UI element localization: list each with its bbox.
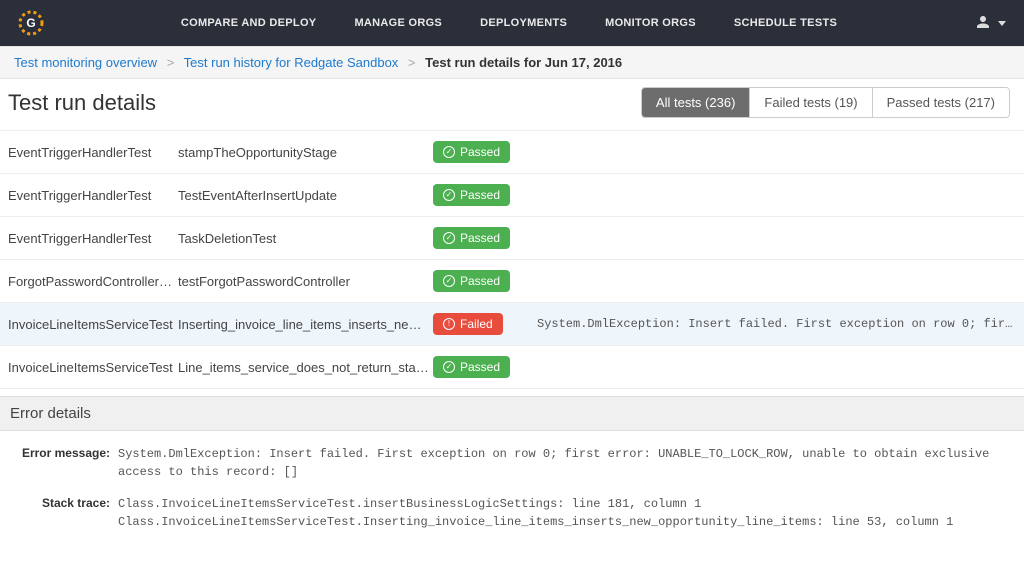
breadcrumb-current: Test run details for Jun 17, 2016 [425, 55, 622, 70]
test-status-cell: ✓ Passed [433, 141, 513, 163]
test-method-cell: testForgotPasswordController [178, 274, 433, 289]
error-message-row: Error message: System.DmlException: Inse… [10, 445, 1014, 481]
nav-schedule-tests[interactable]: SCHEDULE TESTS [734, 17, 837, 29]
breadcrumb-overview[interactable]: Test monitoring overview [14, 55, 157, 70]
passed-badge: ✓ Passed [433, 270, 510, 292]
svg-text:G: G [26, 16, 35, 30]
table-row[interactable]: EventTriggerHandlerTestTaskDeletionTest✓… [0, 217, 1024, 260]
passed-badge: ✓ Passed [433, 356, 510, 378]
badge-label: Passed [460, 145, 500, 159]
passed-badge: ✓ Passed [433, 141, 510, 163]
top-navbar: G COMPARE AND DEPLOY MANAGE ORGS DEPLOYM… [0, 0, 1024, 46]
error-icon: ! [443, 318, 455, 330]
badge-label: Passed [460, 188, 500, 202]
test-class-cell: EventTriggerHandlerTest [8, 231, 178, 246]
check-icon: ✓ [443, 146, 455, 158]
test-method-cell: TestEventAfterInsertUpdate [178, 188, 433, 203]
title-row: Test run details All tests (236) Failed … [0, 79, 1024, 130]
stack-trace-value: Class.InvoiceLineItemsServiceTest.insert… [118, 495, 1014, 531]
page-title: Test run details [8, 90, 156, 116]
filter-failed-tests[interactable]: Failed tests (19) [750, 88, 872, 117]
passed-badge: ✓ Passed [433, 184, 510, 206]
test-results-table[interactable]: EventTriggerHandlerTeststampTheOpportuni… [0, 130, 1024, 396]
check-icon: ✓ [443, 361, 455, 373]
badge-label: Failed [460, 317, 493, 331]
filter-all-tests[interactable]: All tests (236) [642, 88, 750, 117]
nav-links: COMPARE AND DEPLOY MANAGE ORGS DEPLOYMEN… [181, 17, 837, 29]
table-row[interactable]: InvoiceLineItemsServiceTestInserting_inv… [0, 303, 1024, 346]
breadcrumb-history[interactable]: Test run history for Redgate Sandbox [184, 55, 399, 70]
nav-deployments[interactable]: DEPLOYMENTS [480, 17, 567, 29]
error-details-header: Error details [0, 396, 1024, 431]
test-class-cell: EventTriggerHandlerTest [8, 188, 178, 203]
test-class-cell: ForgotPasswordControllerTest [8, 274, 178, 289]
test-status-cell: ✓ Passed [433, 227, 513, 249]
test-method-cell: stampTheOpportunityStage [178, 145, 433, 160]
filter-tabs: All tests (236) Failed tests (19) Passed… [641, 87, 1010, 118]
test-message-cell: System.DmlException: Insert failed. Firs… [513, 317, 1016, 331]
table-row[interactable]: EventTriggerHandlerTeststampTheOpportuni… [0, 131, 1024, 174]
test-status-cell: ✓ Passed [433, 270, 513, 292]
test-method-cell: Line_items_service_does_not_return_statu… [178, 360, 433, 375]
test-class-cell: InvoiceLineItemsServiceTest [8, 360, 178, 375]
badge-label: Passed [460, 231, 500, 245]
breadcrumb: Test monitoring overview > Test run hist… [0, 46, 1024, 79]
filter-passed-tests[interactable]: Passed tests (217) [873, 88, 1009, 117]
user-menu[interactable] [974, 13, 1006, 34]
badge-label: Passed [460, 274, 500, 288]
test-method-cell: Inserting_invoice_line_items_inserts_new… [178, 317, 433, 332]
error-message-value: System.DmlException: Insert failed. Firs… [118, 445, 1014, 481]
test-method-cell: TaskDeletionTest [178, 231, 433, 246]
table-row[interactable]: EventTriggerHandlerTestTestEventAfterIns… [0, 174, 1024, 217]
failed-badge: ! Failed [433, 313, 503, 335]
table-row[interactable]: ForgotPasswordControllerTesttestForgotPa… [0, 260, 1024, 303]
nav-compare-deploy[interactable]: COMPARE AND DEPLOY [181, 17, 317, 29]
badge-label: Passed [460, 360, 500, 374]
error-details-body: Error message: System.DmlException: Inse… [0, 431, 1024, 565]
app-logo[interactable]: G [18, 10, 44, 36]
passed-badge: ✓ Passed [433, 227, 510, 249]
test-status-cell: ! Failed [433, 313, 513, 335]
stack-trace-label: Stack trace: [10, 495, 118, 531]
table-row[interactable]: InvoiceLineItemsServiceTestLine_items_se… [0, 346, 1024, 389]
check-icon: ✓ [443, 275, 455, 287]
nav-manage-orgs[interactable]: MANAGE ORGS [354, 17, 442, 29]
check-icon: ✓ [443, 189, 455, 201]
test-status-cell: ✓ Passed [433, 184, 513, 206]
breadcrumb-sep: > [167, 55, 175, 70]
test-status-cell: ✓ Passed [433, 356, 513, 378]
user-icon [974, 13, 992, 34]
nav-left: G [18, 10, 44, 36]
check-icon: ✓ [443, 232, 455, 244]
table-row[interactable]: InvoiceTriggerHandlerTesttestNonReseller… [0, 389, 1024, 396]
error-message-label: Error message: [10, 445, 118, 481]
test-class-cell: EventTriggerHandlerTest [8, 145, 178, 160]
chevron-down-icon [998, 21, 1006, 26]
breadcrumb-sep: > [408, 55, 416, 70]
nav-monitor-orgs[interactable]: MONITOR ORGS [605, 17, 696, 29]
test-class-cell: InvoiceLineItemsServiceTest [8, 317, 178, 332]
stack-trace-row: Stack trace: Class.InvoiceLineItemsServi… [10, 495, 1014, 531]
